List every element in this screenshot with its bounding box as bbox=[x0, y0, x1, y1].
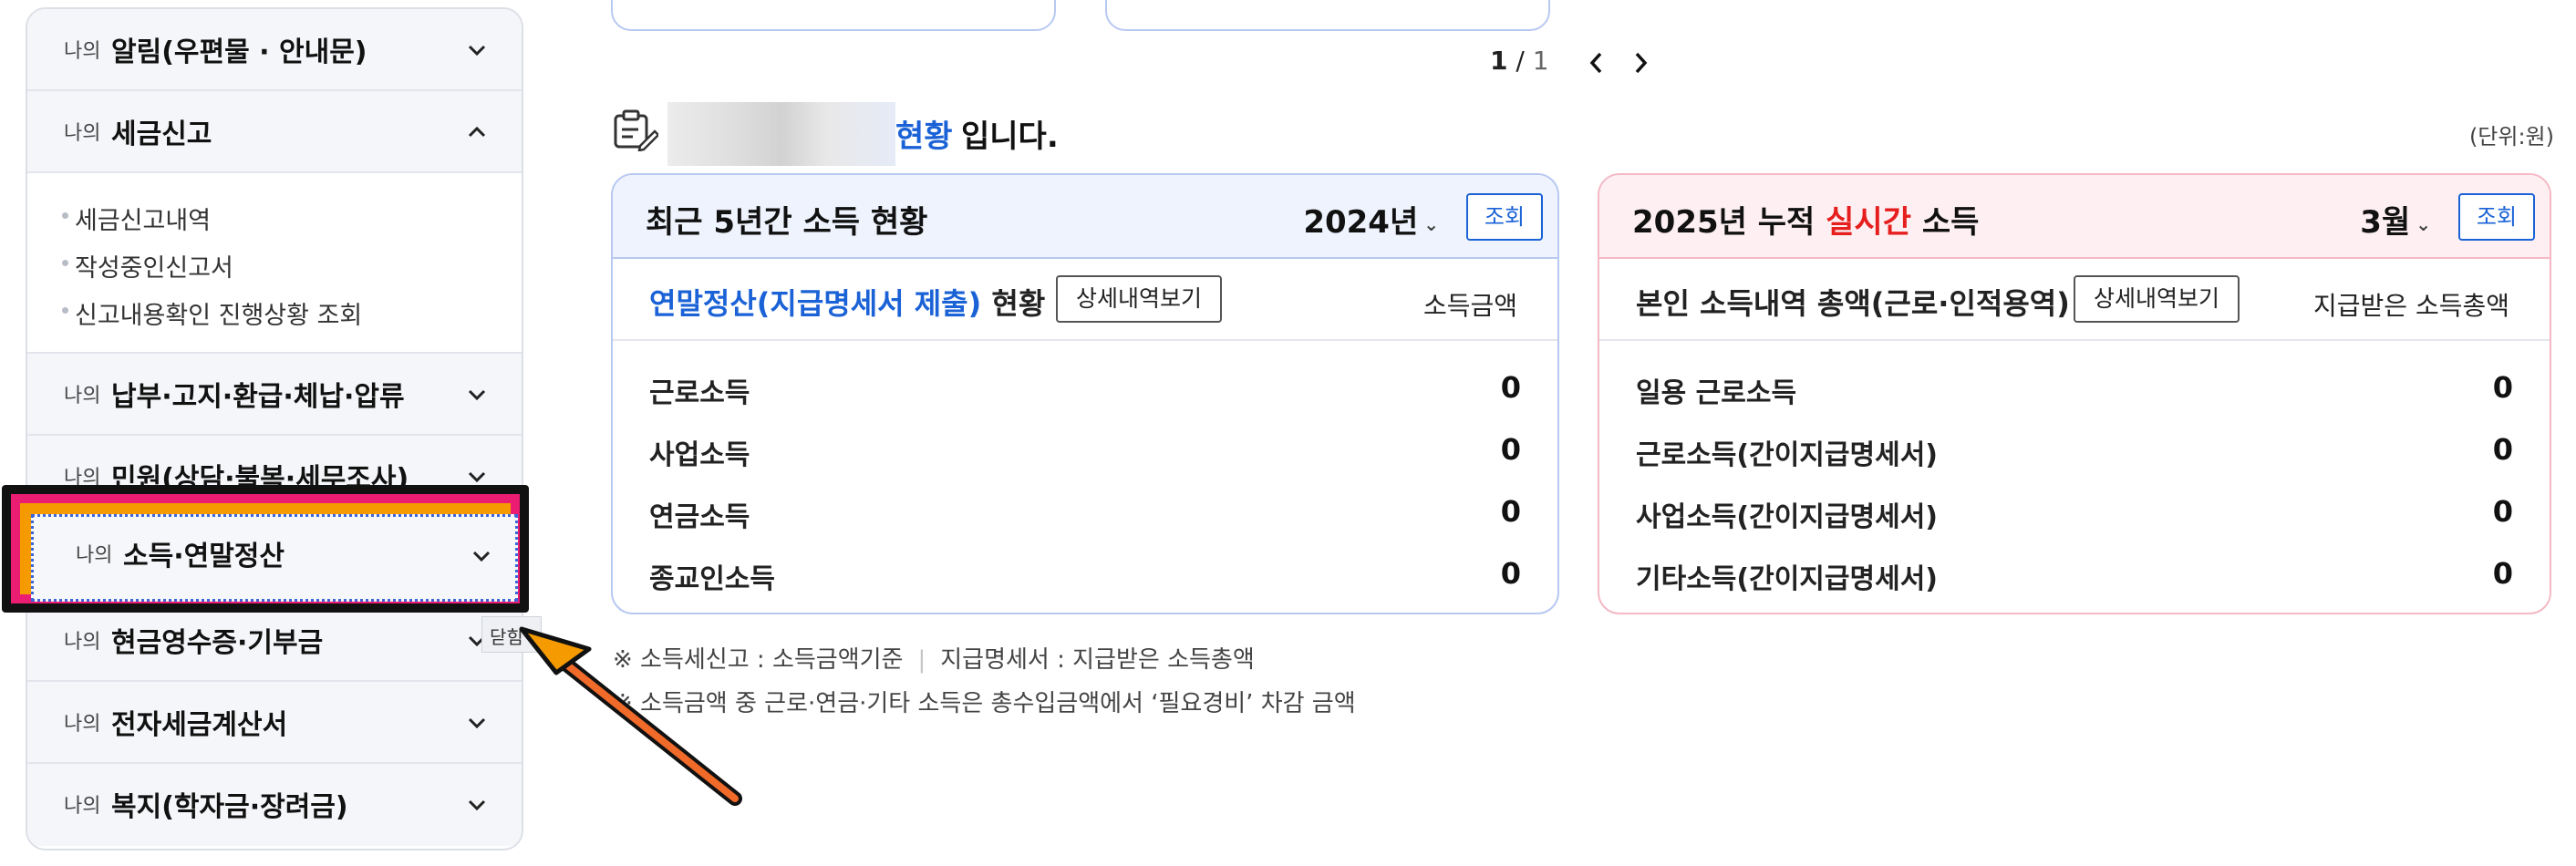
detail-button[interactable]: 상세내역보기 bbox=[1056, 275, 1223, 323]
sidebar-menu: 나의 알림(우편물 · 안내문) 나의 세금신고 세금신고내역 작성중인신고서 … bbox=[26, 7, 523, 851]
footnote-line: ※ 소득세신고 : 소득금액기준 | 지급명세서 : 지급받은 소득총액 bbox=[613, 646, 1255, 674]
detail-button[interactable]: 상세내역보기 bbox=[2074, 275, 2240, 323]
sidebar-item-label: 세금신고 bbox=[111, 119, 212, 150]
bullet-icon bbox=[62, 212, 68, 219]
submenu-draft-returns[interactable]: 작성중인신고서 bbox=[62, 248, 233, 284]
status-highlight: 현황 bbox=[895, 119, 953, 155]
bullet-icon bbox=[62, 307, 68, 314]
pagination: 1 / 1 bbox=[1490, 46, 1549, 76]
page-separator: / bbox=[1516, 46, 1525, 76]
sidebar-item-label: 현금영수증·기부금 bbox=[111, 627, 324, 659]
panel-subheader: 본인 소득내역 총액(근로·인적용역) 상세내역보기 지급받은 소득총액 bbox=[1599, 259, 2550, 341]
sidebar-item-income-year-end[interactable]: 나의 소득·연말정산 bbox=[31, 514, 518, 602]
chevron-down-icon bbox=[468, 45, 486, 57]
table-row: 기타소득(간이지급명세서) 0 bbox=[1636, 556, 2513, 595]
caret-down-icon: ⌄ bbox=[1423, 212, 1439, 235]
table-row: 종교인소득 0 bbox=[649, 556, 1521, 595]
table-row: 사업소득 0 bbox=[649, 432, 1521, 471]
redacted-name bbox=[667, 102, 895, 166]
submenu-filing-history[interactable]: 세금신고내역 bbox=[62, 201, 211, 236]
table-row: 근로소득(간이지급명세서) 0 bbox=[1636, 432, 2513, 471]
sidebar-item-label: 전자세금계산서 bbox=[111, 709, 288, 741]
chevron-down-icon bbox=[468, 799, 486, 811]
sidebar-item-e-tax-invoice[interactable]: 나의 전자세금계산서 bbox=[27, 682, 522, 764]
panel-title: 최근 5년간 소득 현황 bbox=[646, 204, 928, 241]
table-row: 연금소득 0 bbox=[649, 494, 1521, 533]
unit-label: (단위:원) bbox=[2468, 124, 2554, 149]
footnote-line: ※ 소득금액 중 근로·연금·기타 소득은 총수입금액에서 ‘필요경비’ 차감 … bbox=[613, 690, 1356, 717]
month-select[interactable]: 3월 ⌄ bbox=[2360, 197, 2431, 242]
menu-prefix: 나의 bbox=[64, 631, 101, 654]
query-button[interactable]: 조회 bbox=[2458, 193, 2535, 241]
menu-prefix: 나의 bbox=[64, 385, 101, 407]
chevron-up-icon bbox=[468, 126, 486, 138]
panel-header: 최근 5년간 소득 현황 2024년 ⌄ 조회 bbox=[613, 175, 1557, 259]
menu-prefix: 나의 bbox=[64, 122, 101, 145]
sidebar-item-label: 소득·연말정산 bbox=[123, 541, 284, 572]
menu-prefix: 나의 bbox=[64, 795, 101, 818]
card-stub-right bbox=[1105, 0, 1550, 31]
sidebar-item-label: 복지(학자금·장려금) bbox=[111, 791, 348, 823]
menu-prefix: 나의 bbox=[64, 40, 101, 63]
sidebar-item-tax-filing[interactable]: 나의 세금신고 bbox=[27, 91, 522, 173]
divider: | bbox=[917, 646, 926, 674]
year-select[interactable]: 2024년 ⌄ bbox=[1303, 197, 1439, 242]
panel-title: 2025년 누적 실시간 소득 bbox=[1632, 204, 1980, 241]
bullet-icon bbox=[62, 260, 68, 266]
chevron-left-icon[interactable] bbox=[1587, 51, 1607, 75]
card-stub-left bbox=[611, 0, 1056, 31]
table-row: 근로소득 0 bbox=[649, 370, 1521, 409]
table-row: 일용 근로소득 0 bbox=[1636, 370, 2513, 409]
subheader-label: 연말정산(지급명세서 제출) 현황 bbox=[649, 286, 1046, 321]
sidebar-item-payment[interactable]: 나의 납부·고지·환급·체납·압류 bbox=[27, 354, 522, 436]
chevron-right-icon[interactable] bbox=[1630, 51, 1650, 75]
chevron-down-icon bbox=[468, 471, 486, 483]
chevron-down-icon bbox=[468, 389, 486, 401]
sidebar-item-label: 알림(우편물 · 안내문) bbox=[111, 36, 367, 68]
query-button[interactable]: 조회 bbox=[1466, 193, 1543, 241]
chevron-down-icon bbox=[472, 551, 491, 562]
panel-header: 2025년 누적 실시간 소득 3월 ⌄ 조회 bbox=[1599, 175, 2550, 259]
caret-down-icon: ⌄ bbox=[2416, 212, 2431, 235]
clipboard-edit-icon bbox=[614, 109, 658, 151]
panel-subheader: 연말정산(지급명세서 제출) 현황 상세내역보기 소득금액 bbox=[613, 259, 1557, 341]
submenu-review-status[interactable]: 신고내용확인 진행상황 조회 bbox=[62, 295, 362, 331]
sidebar-item-notifications[interactable]: 나의 알림(우편물 · 안내문) bbox=[27, 9, 522, 91]
menu-prefix: 나의 bbox=[64, 713, 101, 736]
table-row: 사업소득(간이지급명세서) 0 bbox=[1636, 494, 2513, 533]
page-current: 1 bbox=[1490, 46, 1508, 76]
tooltip: 닫힘 bbox=[481, 616, 542, 653]
tax-filing-submenu: 세금신고내역 작성중인신고서 신고내용확인 진행상황 조회 bbox=[27, 175, 522, 354]
status-text: 입니다. bbox=[961, 119, 1059, 155]
column-header: 지급받은 소득총액 bbox=[2313, 291, 2509, 321]
menu-prefix: 나의 bbox=[76, 544, 113, 567]
subheader-label: 본인 소득내역 총액(근로·인적용역) bbox=[1636, 286, 2070, 321]
page-total: 1 bbox=[1532, 46, 1549, 76]
sidebar-item-label: 납부·고지·환급·체납·압류 bbox=[111, 381, 405, 413]
focus-highlight-frame: 나의 소득·연말정산 bbox=[2, 485, 529, 613]
sidebar-item-welfare[interactable]: 나의 복지(학자금·장려금) bbox=[27, 764, 522, 846]
footnotes: ※ 소득세신고 : 소득금액기준 | 지급명세서 : 지급받은 소득총액 ※ 소득금… bbox=[613, 638, 1356, 726]
chevron-down-icon bbox=[468, 717, 486, 729]
income-5yr-panel: 최근 5년간 소득 현황 2024년 ⌄ 조회 연말정산(지급명세서 제출) 현황… bbox=[611, 173, 1559, 614]
column-header: 소득금액 bbox=[1422, 291, 1517, 321]
realtime-income-panel: 2025년 누적 실시간 소득 3월 ⌄ 조회 본인 소득내역 총액(근로·인적용… bbox=[1598, 173, 2551, 614]
